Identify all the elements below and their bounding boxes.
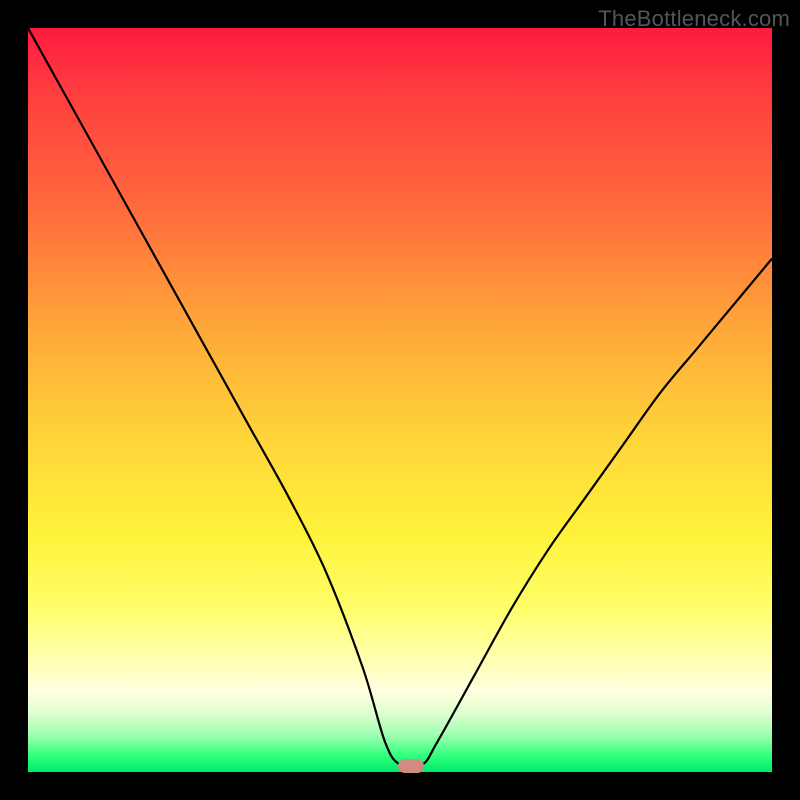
chart-plot-area <box>28 28 772 772</box>
optimum-marker <box>398 759 424 773</box>
watermark-text: TheBottleneck.com <box>598 6 790 32</box>
bottleneck-curve <box>28 28 772 772</box>
curve-path <box>28 28 772 767</box>
